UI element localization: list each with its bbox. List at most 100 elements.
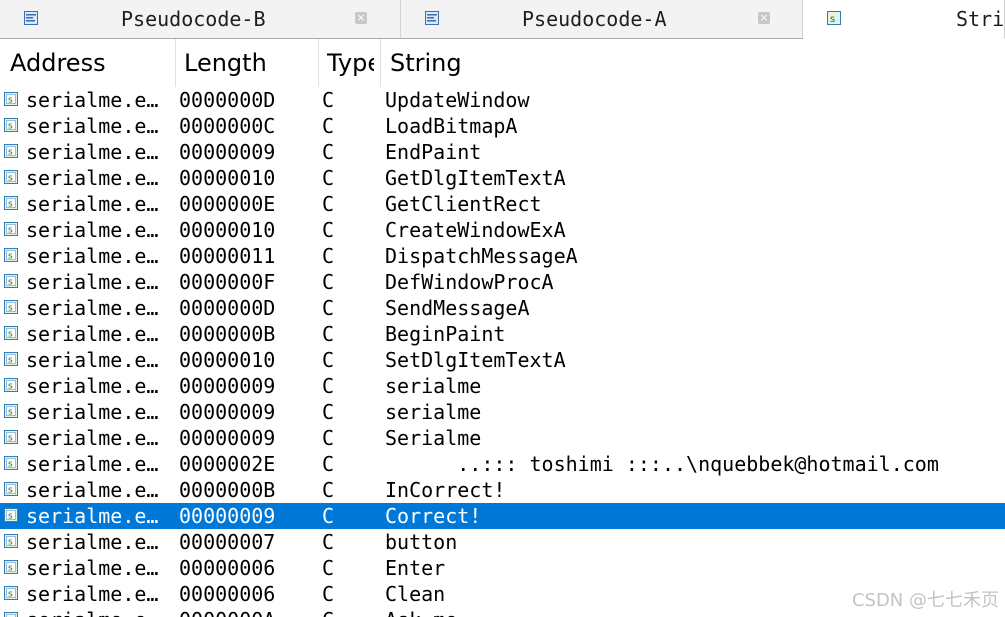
length-cell: 0000000B [179,478,276,502]
address-cell: serialme.e… [26,582,159,606]
svg-text:s: s [8,304,13,314]
string-item-icon: s [4,430,18,444]
column-string[interactable]: String [390,49,590,77]
type-cell: C [322,400,335,424]
svg-text:s: s [8,590,13,600]
column-header: Address Length Type String [0,39,1005,87]
string-item-icon: s [4,352,18,366]
string-item-icon: s [4,118,18,132]
type-cell: C [322,608,334,617]
table-row[interactable]: s serialme.e… 0000002E C ..::: toshimi :::.… [0,451,1005,477]
table-row[interactable]: s serialme.e… 00000009 C Serialme [0,425,1005,451]
pseudocode-view-icon [24,11,38,25]
type-cell: C [322,166,335,190]
svg-text:s: s [8,356,13,366]
table-row[interactable]: s serialme.e… 00000009 C EndPaint [0,139,1005,165]
strings-list: s serialme.e… 0000000D C UpdateWindow s serial… [0,87,1005,617]
column-divider[interactable] [175,39,176,87]
svg-text:s: s [8,434,13,444]
string-cell: GetDlgItemTextA [385,166,566,190]
string-cell: button [385,530,458,554]
string-cell: Enter [385,556,446,580]
column-divider[interactable] [380,39,381,87]
table-row[interactable]: s serialme.e… 00000010 C CreateWindowExA [0,217,1005,243]
svg-text:s: s [8,96,13,106]
table-row[interactable]: s serialme.e… 0000000B C InCorrect! [0,477,1005,503]
string-cell: Ask me... [385,608,493,617]
address-cell: serialme.e… [26,478,159,502]
tab-pseudocode-b[interactable]: Pseudocode-B × [0,0,401,38]
type-cell: C [322,218,335,242]
type-cell: C [322,114,335,138]
length-cell: 00000010 [179,218,276,242]
close-icon[interactable]: × [758,12,770,24]
length-cell: 0000000B [179,322,276,346]
string-item-icon: s [4,586,18,600]
table-row[interactable]: s serialme.e… 00000009 Cserialme [0,373,1005,399]
length-cell: 00000009 [179,504,276,528]
column-type[interactable]: Type [327,49,374,77]
string-cell: LoadBitmapA [385,114,518,138]
address-cell: serialme.e… [26,270,159,294]
address-cell: serialme.e… [26,400,159,424]
table-row[interactable]: s serialme.e… 00000010 C SetDlgItemTextA [0,347,1005,373]
string-item-icon: s [4,560,18,574]
string-cell: SendMessageA [385,296,530,320]
table-row[interactable]: s serialme.e… 00000011 C DispatchMessageA [0,243,1005,269]
svg-text:s: s [8,174,13,184]
address-cell: serialme.e… [26,166,159,190]
string-item-icon: s [4,482,18,496]
length-cell: 00000007 [179,530,276,554]
address-cell: serialme.e… [26,504,159,528]
tab-pseudocode-a[interactable]: Pseudocode-A × [401,0,803,38]
column-address[interactable]: Address [10,49,170,77]
svg-text:s: s [8,122,13,132]
length-cell: 0000000D [179,88,276,112]
string-item-icon: s [4,612,18,617]
type-cell: C [322,582,335,606]
length-cell: 0000000A [179,608,275,617]
column-divider[interactable] [318,39,319,87]
table-row[interactable]: s serialme.e… 0000000C C LoadBitmapA [0,113,1005,139]
table-row[interactable]: s serialme.e… 00000006 C Enter [0,555,1005,581]
table-row[interactable]: s serialme.e… 0000000D C UpdateWindow [0,87,1005,113]
column-length[interactable]: Length [184,49,314,77]
address-cell: serialme.e… [26,374,159,398]
type-cell: C [322,88,335,112]
type-cell: C [322,140,335,164]
string-cell: UpdateWindow [385,88,530,112]
svg-text:s: s [8,460,13,470]
table-row[interactable]: s serialme.e… 00000007 Cbutton [0,529,1005,555]
svg-text:s: s [8,512,13,522]
table-row[interactable]: s serialme.e… 0000000E C GetClientRect [0,191,1005,217]
address-cell: serialme.e… [26,114,159,138]
svg-text:s: s [830,14,835,25]
length-cell: 00000009 [179,140,276,164]
type-cell: C [322,504,335,528]
watermark: CSDN @七七禾页 [851,590,999,611]
table-row[interactable]: s serialme.e… 00000010 C GetDlgItemTextA [0,165,1005,191]
type-cell: C [322,530,335,554]
table-row[interactable]: s serialme.e… 00000009 C Correct! [0,503,1005,529]
svg-text:s: s [8,252,13,262]
string-cell: DefWindowProcA [385,270,554,294]
close-icon[interactable]: × [355,12,367,24]
string-item-icon: s [4,508,18,522]
svg-text:s: s [8,408,13,418]
string-item-icon: s [4,222,18,236]
length-cell: 00000009 [179,426,276,450]
table-row[interactable]: s serialme.e… 00000009 Cserialme [0,399,1005,425]
strings-view-icon: s [827,11,841,25]
svg-text:s: s [8,226,13,236]
string-cell: SetDlgItemTextA [385,348,566,372]
type-cell: C [322,478,335,502]
length-cell: 0000000D [179,296,276,320]
svg-text:s: s [8,200,13,210]
table-row[interactable]: s serialme.e… 0000000F C DefWindowProcA [0,269,1005,295]
length-cell: 0000000C [179,114,276,138]
length-cell: 0000000E [179,192,276,216]
string-cell: InCorrect! [385,478,506,502]
table-row[interactable]: s serialme.e… 0000000B C BeginPaint [0,321,1005,347]
tab-strings[interactable]: s Stri [803,0,1005,39]
table-row[interactable]: s serialme.e… 0000000D C SendMessageA [0,295,1005,321]
